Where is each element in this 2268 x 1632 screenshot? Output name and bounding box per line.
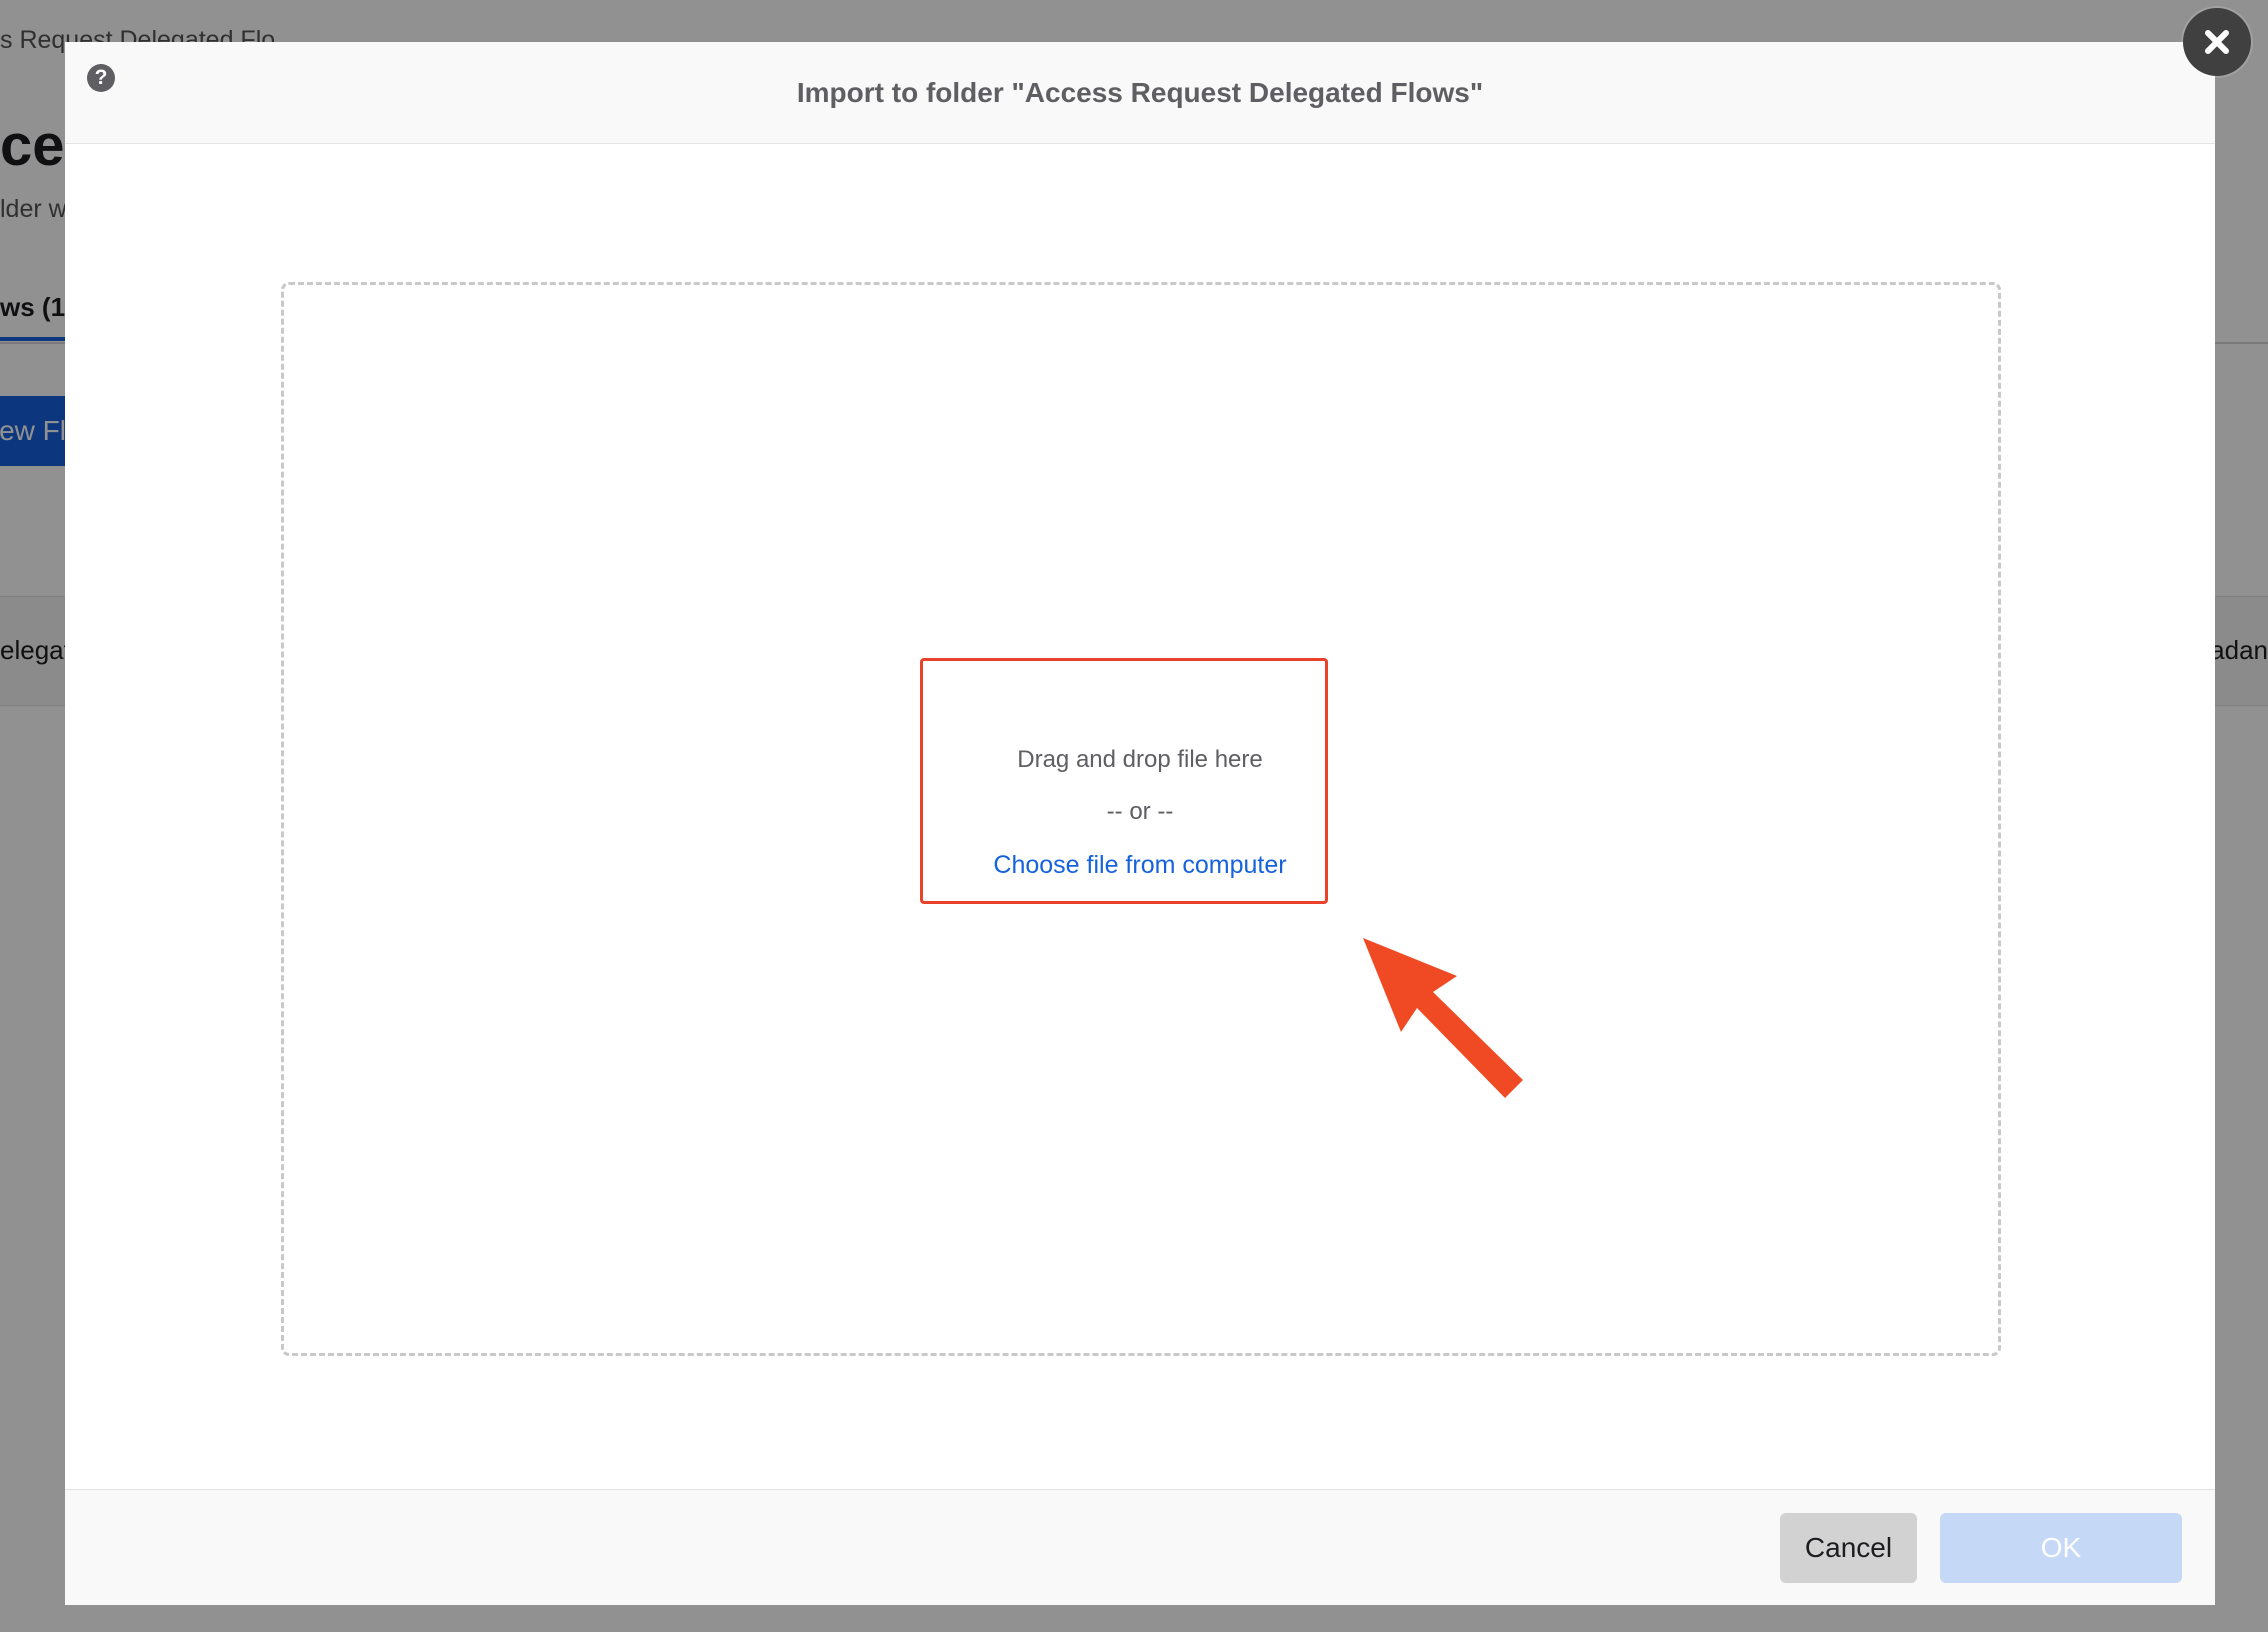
modal-header: Import to folder "Access Request Delegat…: [65, 42, 2215, 144]
or-separator: -- or --: [1106, 798, 1174, 825]
annotation-arrow-icon: [1363, 938, 1523, 1098]
modal-footer: Cancel OK: [65, 1489, 2215, 1605]
modal-title: Import to folder "Access Request Delegat…: [796, 77, 1484, 108]
cancel-button[interactable]: Cancel: [1780, 1513, 1917, 1583]
drag-drop-text: Drag and drop file here: [1017, 746, 1263, 773]
close-icon: [2205, 30, 2229, 54]
ok-button[interactable]: OK: [1940, 1513, 2182, 1583]
question-circle-icon[interactable]: ?: [87, 64, 115, 92]
choose-file-link[interactable]: Choose file from computer: [65, 851, 2215, 880]
import-modal: Import to folder "Access Request Delegat…: [65, 42, 2215, 1605]
close-button[interactable]: [2183, 8, 2251, 76]
